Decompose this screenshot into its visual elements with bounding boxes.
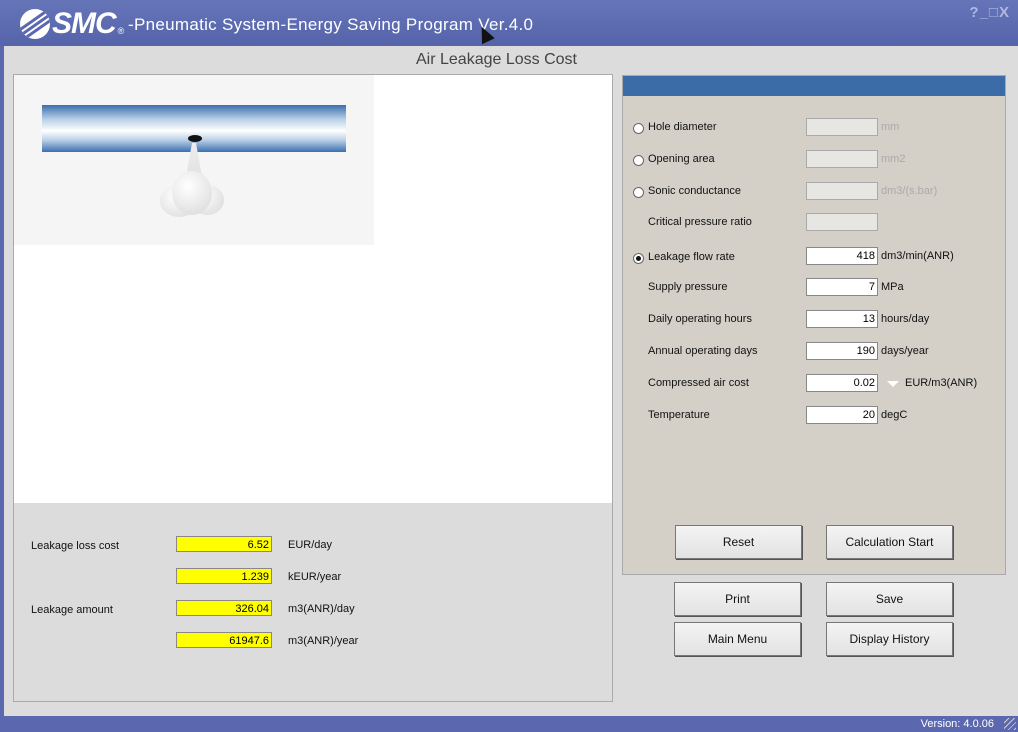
annual-operating-days-unit: days/year — [881, 345, 929, 357]
critical-pressure-ratio-field[interactable] — [806, 213, 878, 231]
temperature-field[interactable]: 20 — [806, 406, 878, 424]
annual-operating-days-label: Annual operating days — [648, 345, 758, 357]
annual-operating-days-field[interactable]: 190 — [806, 342, 878, 360]
illustration-panel — [13, 74, 613, 504]
cost-per-day-unit: EUR/day — [288, 539, 333, 551]
sonic-conductance-field[interactable] — [806, 182, 878, 200]
cost-per-year-value: 1.239 — [176, 568, 272, 584]
pipe-illustration — [14, 75, 374, 245]
temperature-label: Temperature — [648, 409, 710, 421]
compressed-air-cost-label: Compressed air cost — [648, 377, 749, 389]
leakage-amount-label: Leakage amount — [31, 604, 113, 616]
amount-per-year-value: 61947.6 — [176, 632, 272, 648]
hole-diameter-field[interactable] — [806, 118, 878, 136]
leakage-flow-rate-unit: dm3/min(ANR) — [881, 250, 954, 262]
calculation-start-button[interactable]: Calculation Start — [826, 525, 953, 559]
hole-diameter-label: Hole diameter — [648, 121, 717, 133]
results-panel: Leakage loss cost 6.52 EUR/day 1.239 kEU… — [13, 503, 613, 702]
amount-per-year-unit: m3(ANR)/year — [288, 635, 359, 647]
hole-diameter-radio[interactable] — [633, 123, 644, 134]
brand-name: SMC — [52, 7, 117, 40]
daily-operating-hours-label: Daily operating hours — [648, 313, 752, 325]
print-button[interactable]: Print — [674, 582, 801, 616]
resize-grip-icon[interactable] — [1004, 718, 1016, 730]
daily-operating-hours-field[interactable]: 13 — [806, 310, 878, 328]
hole-diameter-unit: mm — [881, 121, 900, 133]
opening-area-unit: mm2 — [881, 153, 906, 165]
parameters-panel: Hole diameter mm Opening area mm2 Sonic … — [622, 75, 1006, 575]
temperature-unit: degC — [881, 409, 908, 421]
supply-pressure-field[interactable]: 7 — [806, 278, 878, 296]
daily-operating-hours-unit: hours/day — [881, 313, 930, 325]
supply-pressure-label: Supply pressure — [648, 281, 728, 293]
leakage-flow-rate-field[interactable]: 418 — [806, 247, 878, 265]
parameters-header — [623, 76, 1005, 96]
smc-logo: SMC ® — [20, 7, 124, 40]
leakage-flow-rate-label: Leakage flow rate — [648, 251, 735, 263]
amount-per-day-unit: m3(ANR)/day — [288, 603, 355, 615]
smc-logo-mark-icon — [20, 9, 50, 39]
leakage-flow-rate-radio[interactable] — [633, 253, 644, 264]
compressed-air-cost-unit: EUR/m3(ANR) — [905, 377, 978, 389]
version-label: Version: 4.0.06 — [920, 718, 994, 730]
opening-area-radio[interactable] — [633, 155, 644, 166]
cost-per-year-unit: kEUR/year — [288, 571, 342, 583]
opening-area-label: Opening area — [648, 153, 715, 165]
app-title: -Pneumatic System-Energy Saving Program … — [128, 15, 534, 34]
sonic-conductance-radio[interactable] — [633, 187, 644, 198]
cost-per-day-value: 6.52 — [176, 536, 272, 552]
supply-pressure-unit: MPa — [881, 281, 904, 293]
main-menu-button[interactable]: Main Menu — [674, 622, 801, 656]
chevron-down-icon[interactable] — [887, 381, 899, 387]
sonic-conductance-label: Sonic conductance — [648, 185, 741, 197]
compressed-air-cost-field[interactable]: 0.02 — [806, 374, 878, 392]
opening-area-field[interactable] — [806, 150, 878, 168]
leak-hole-icon — [188, 135, 202, 142]
status-bar — [0, 716, 1018, 732]
title-bar: SMC ® -Pneumatic System-Energy Saving Pr… — [0, 0, 1018, 46]
reset-button[interactable]: Reset — [675, 525, 802, 559]
display-history-button[interactable]: Display History — [826, 622, 953, 656]
leakage-loss-cost-label: Leakage loss cost — [31, 540, 120, 552]
critical-pressure-ratio-label: Critical pressure ratio — [648, 216, 752, 228]
save-button[interactable]: Save — [826, 582, 953, 616]
amount-per-day-value: 326.04 — [176, 600, 272, 616]
sonic-conductance-unit: dm3/(s.bar) — [881, 185, 938, 197]
page-title: Air Leakage Loss Cost — [416, 51, 577, 68]
window-controls[interactable]: ?_□X — [969, 4, 1010, 21]
